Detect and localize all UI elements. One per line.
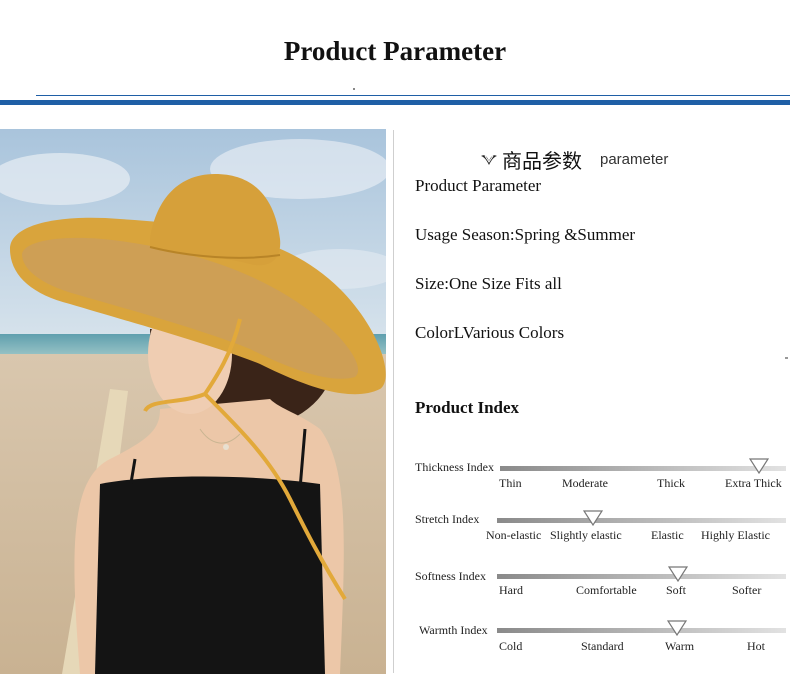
header-dot <box>353 88 355 90</box>
vertical-divider <box>393 130 394 673</box>
params-heading-en: parameter <box>600 151 669 168</box>
param-line-season: Usage Season:Spring &Summer <box>415 225 636 244</box>
param-line-color: ColorLVarious Colors <box>415 323 565 342</box>
thickness-index-label: Thickness Index <box>415 460 494 474</box>
warmth-option-hot: Hot <box>747 639 765 653</box>
params-heading: 商品参数 parameter <box>480 145 668 174</box>
softness-index-bar <box>497 574 786 579</box>
softness-option-soft: Soft <box>666 583 687 597</box>
warmth-option-cold: Cold <box>499 639 523 653</box>
param-line-title: Product Parameter <box>415 176 542 195</box>
thickness-option-thick: Thick <box>657 476 685 490</box>
stretch-option-non-elastic: Non-elastic <box>486 528 542 542</box>
stretch-index-marker-icon <box>583 510 603 526</box>
warmth-index-bar <box>497 628 786 633</box>
stretch-option-highly-elastic: Highly Elastic <box>701 528 770 542</box>
softness-option-hard: Hard <box>499 583 523 597</box>
thickness-option-extra-thick: Extra Thick <box>725 476 782 490</box>
stretch-index-bar <box>497 518 786 523</box>
softness-option-comfortable: Comfortable <box>576 583 637 597</box>
thickness-index-bar <box>500 466 786 471</box>
page-title: Product Parameter <box>283 36 507 66</box>
params-heading-cn: 商品参数 <box>502 149 582 173</box>
softness-index-label: Softness Index <box>415 569 486 583</box>
softness-index-marker-icon <box>668 566 688 582</box>
thickness-index-marker-icon <box>749 458 769 474</box>
warmth-option-warm: Warm <box>665 639 695 653</box>
softness-option-softer: Softer <box>732 583 762 597</box>
product-index-title: Product Index <box>415 398 520 417</box>
header-rule-thin <box>36 95 790 96</box>
warmth-index-marker-icon <box>667 620 687 636</box>
thickness-option-thin: Thin <box>499 476 522 490</box>
stretch-index-label: Stretch Index <box>415 512 480 526</box>
thickness-option-moderate: Moderate <box>562 476 608 490</box>
product-photo <box>0 129 386 674</box>
warmth-option-standard: Standard <box>581 639 624 653</box>
edge-dot <box>785 357 788 359</box>
stretch-option-elastic: Elastic <box>651 528 684 542</box>
header-rule-thick <box>0 100 790 105</box>
warmth-index-label: Warmth Index <box>419 623 488 637</box>
leaf-ornament-icon <box>481 154 497 165</box>
stretch-option-slightly-elastic: Slightly elastic <box>550 528 622 542</box>
param-line-size: Size:One Size Fits all <box>415 274 562 293</box>
